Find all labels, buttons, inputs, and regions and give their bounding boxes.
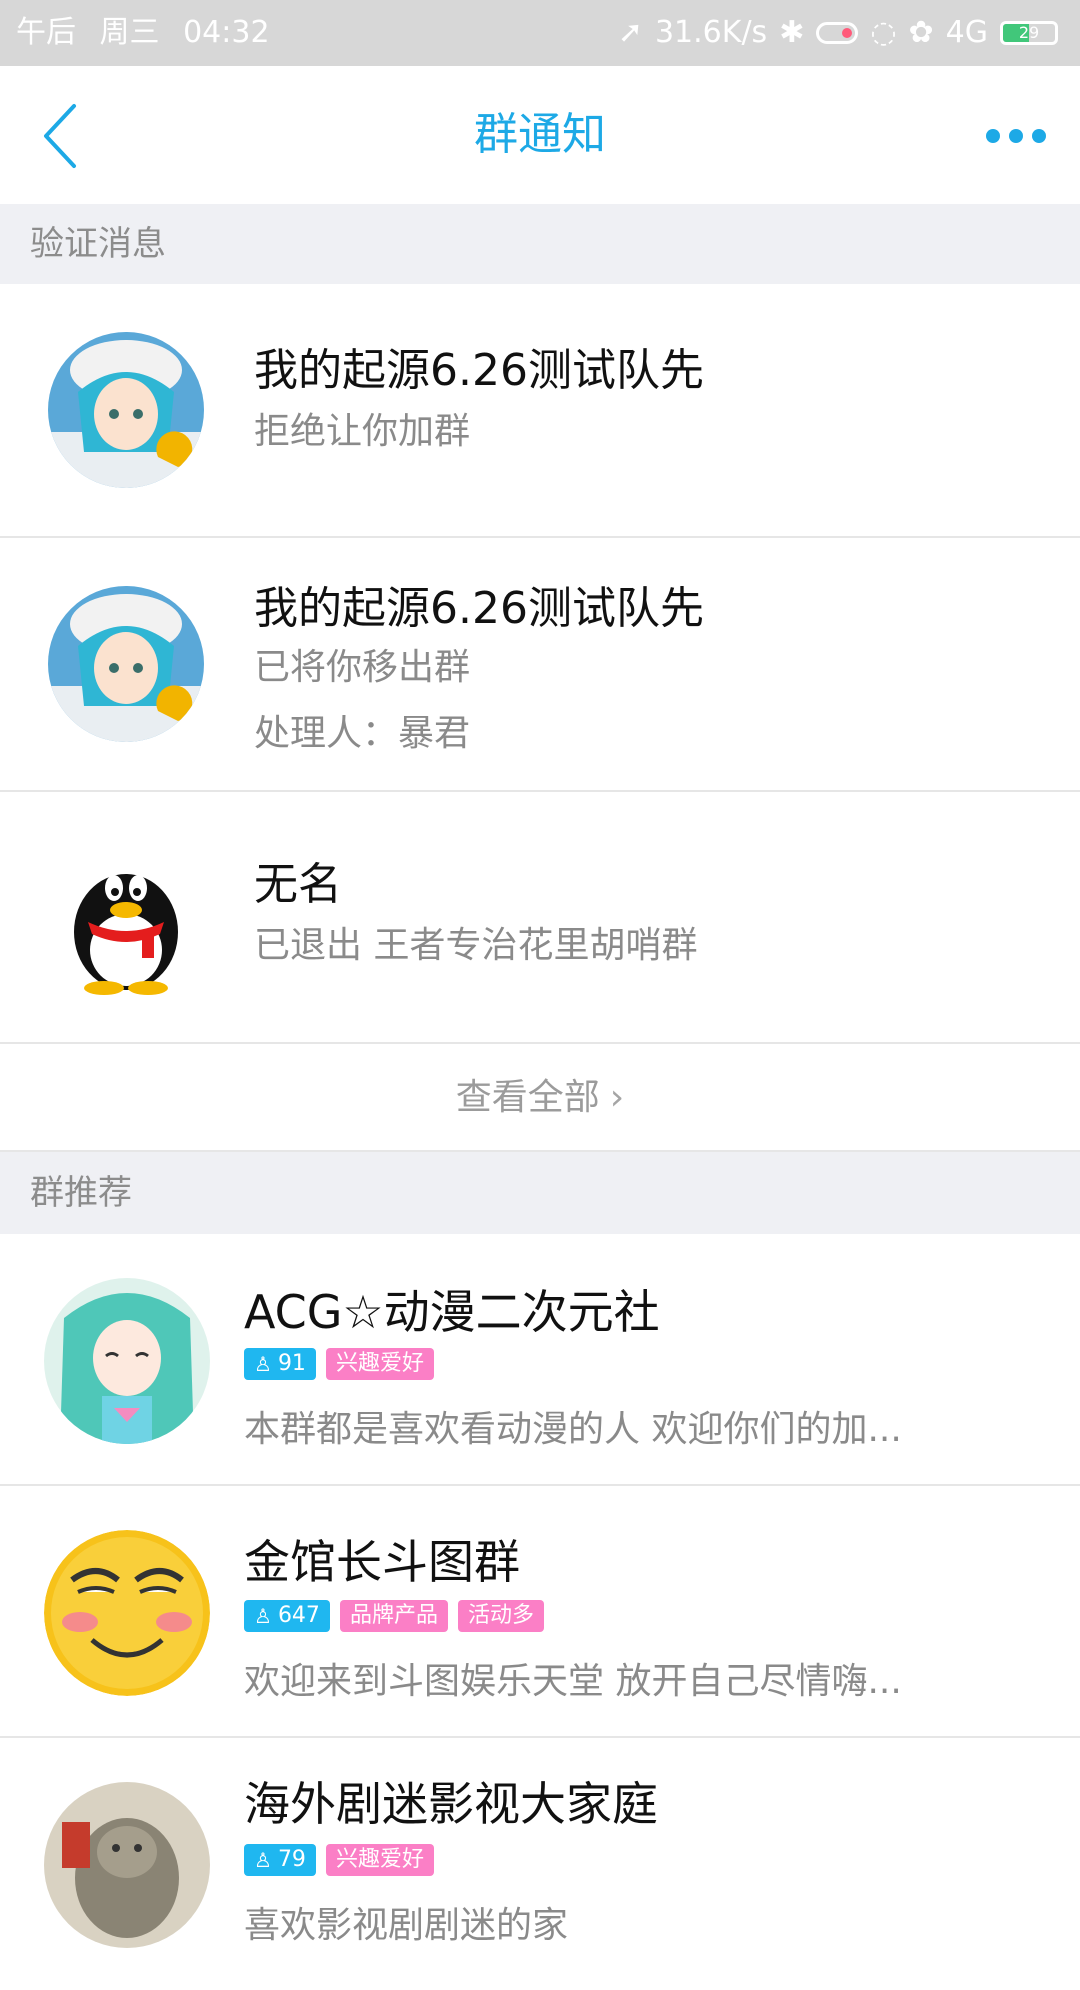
bluetooth-icon: ✱ [779, 15, 805, 50]
chevron-right-icon: › [609, 1077, 625, 1118]
notice-title: 我的起源6.26测试队先 [254, 583, 704, 634]
network-speed: 31.6K/s [654, 15, 768, 50]
group-avatar[interactable] [44, 1782, 210, 1948]
notice-message: 已退出 王者专治花里胡哨群 [254, 925, 698, 966]
category-tag: 兴趣爱好 [325, 1844, 434, 1876]
notice-item[interactable]: 无名 已退出 王者专治花里胡哨群 [0, 792, 1080, 1044]
member-count-badge: ♙ 91 [244, 1348, 316, 1380]
notice-title: 我的起源6.26测试队先 [254, 345, 704, 396]
more-dot-icon [1009, 129, 1023, 143]
status-time-prefix: 午后 [16, 15, 76, 50]
notice-handler: 处理人：暴君 [254, 713, 471, 754]
group-name: 金馆长斗图群 [244, 1535, 520, 1589]
notice-message: 已将你移出群 [254, 647, 471, 688]
group-name: 海外剧迷影视大家庭 [244, 1777, 658, 1831]
group-avatar[interactable] [44, 1278, 210, 1444]
alarm-icon: ◌ [870, 15, 897, 50]
section-header-recommend: 群推荐 [0, 1152, 1080, 1234]
member-count-badge: ♙ 79 [244, 1844, 316, 1876]
toggle-icon [816, 22, 859, 44]
group-tags: ♙ 79 兴趣爱好 [244, 1844, 434, 1876]
status-time: 04:32 [183, 15, 270, 50]
section-header-verify: 验证消息 [0, 204, 1080, 284]
group-tags: ♙ 647 品牌产品 活动多 [244, 1600, 544, 1632]
network-type: 4G [945, 15, 988, 50]
group-recommendation[interactable]: ACG☆动漫二次元社 ♙ 91 兴趣爱好 本群都是喜欢看动漫的人 欢迎你们的加..… [0, 1234, 1080, 1486]
notice-title: 无名 [254, 859, 342, 910]
category-tag: 品牌产品 [339, 1600, 448, 1632]
member-count-badge: ♙ 647 [244, 1600, 330, 1632]
group-name: ACG☆动漫二次元社 [244, 1285, 660, 1339]
signal-arrow-icon: ➚ [617, 15, 643, 50]
avatar[interactable] [48, 332, 204, 488]
group-avatar[interactable] [44, 1530, 210, 1696]
group-recommendation[interactable]: 海外剧迷影视大家庭 ♙ 79 兴趣爱好 喜欢影视剧剧迷的家 [0, 1738, 1080, 1990]
group-recommendation[interactable]: 金馆长斗图群 ♙ 647 品牌产品 活动多 欢迎来到斗图娱乐天堂 放开自己尽情嗨.… [0, 1486, 1080, 1738]
group-description: 喜欢影视剧剧迷的家 [244, 1905, 569, 1946]
avatar[interactable] [48, 586, 204, 742]
avatar[interactable] [48, 840, 204, 996]
more-dot-icon [986, 129, 1000, 143]
status-weekday: 周三 [99, 15, 160, 50]
person-icon: ♙ [254, 1352, 272, 1376]
group-tags: ♙ 91 兴趣爱好 [244, 1348, 434, 1380]
flower-icon: ✿ [908, 15, 934, 50]
page-title: 群通知 [474, 109, 606, 160]
person-icon: ♙ [254, 1848, 272, 1872]
status-bar: 午后 周三 04:32 ➚ 31.6K/s ✱ ◌ ✿ 4G 29 [0, 0, 1080, 66]
category-tag: 兴趣爱好 [325, 1348, 434, 1380]
group-description: 本群都是喜欢看动漫的人 欢迎你们的加... [244, 1409, 902, 1450]
battery-level: 29 [1018, 23, 1040, 42]
penguin-icon [74, 874, 178, 995]
battery-icon: 29 [1000, 21, 1058, 45]
notice-message: 拒绝让你加群 [254, 411, 471, 452]
more-dot-icon [1032, 129, 1046, 143]
category-tag: 活动多 [457, 1600, 544, 1632]
more-button[interactable] [986, 116, 1056, 156]
group-description: 欢迎来到斗图娱乐天堂 放开自己尽情嗨... [244, 1661, 902, 1702]
view-all-link[interactable]: 查看全部 › [0, 1044, 1080, 1152]
view-all-label: 查看全部 [455, 1077, 600, 1118]
person-icon: ♙ [254, 1604, 272, 1628]
notice-item[interactable]: 我的起源6.26测试队先 拒绝让你加群 [0, 284, 1080, 538]
notice-item[interactable]: 我的起源6.26测试队先 已将你移出群 处理人：暴君 [0, 538, 1080, 792]
nav-bar: 群通知 [0, 66, 1080, 204]
